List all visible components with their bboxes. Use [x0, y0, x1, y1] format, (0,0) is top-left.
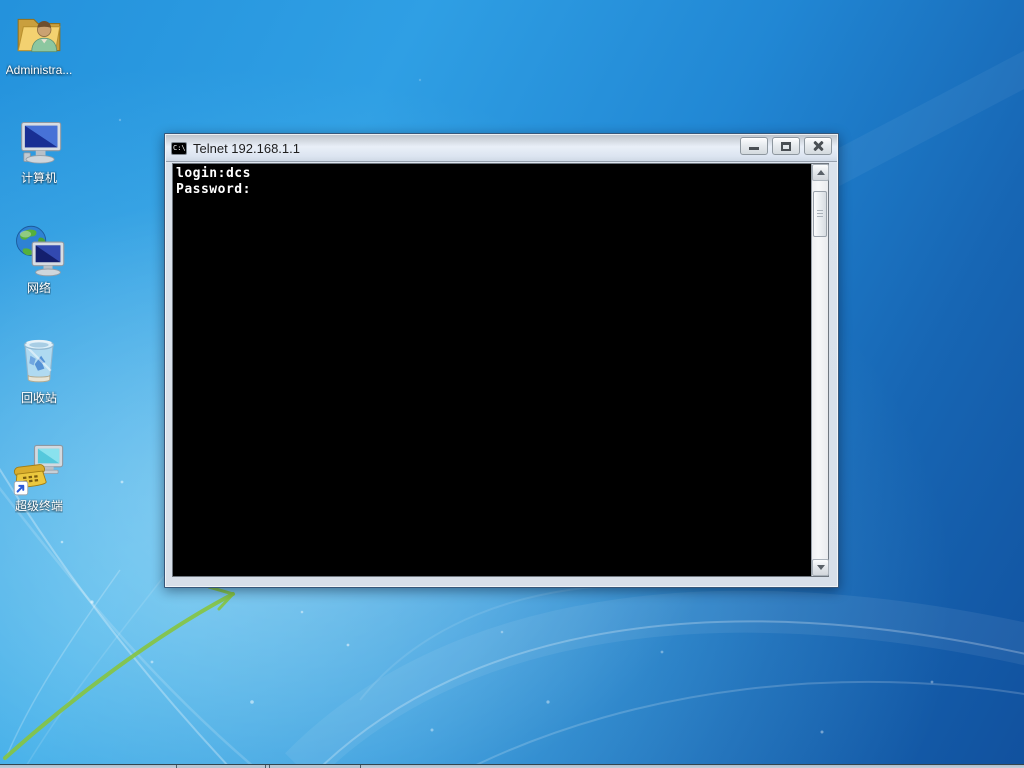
taskbar-edge[interactable]	[0, 764, 1024, 768]
telnet-window: C:\ Telnet 192.168.1.1 login:dcs Passwor…	[164, 133, 839, 588]
desktop-icon-administrator[interactable]: Administra...	[2, 10, 76, 82]
scroll-down-button[interactable]	[812, 559, 829, 576]
hyperterminal-icon	[13, 444, 64, 496]
minimize-icon	[749, 147, 759, 150]
scroll-up-button[interactable]	[812, 164, 829, 181]
icon-label-computer: 计算机	[20, 171, 57, 185]
desktop-icon-computer[interactable]: 计算机	[2, 116, 76, 190]
administrator-folder-icon	[17, 18, 61, 53]
icon-label-network: 网络	[26, 281, 51, 295]
desktop-icon-hyperterminal[interactable]: 超级终端	[2, 442, 76, 518]
desktop-icon-network[interactable]: 网络	[2, 224, 76, 300]
console-output[interactable]: login:dcs Password:	[173, 164, 811, 576]
maximize-button[interactable]	[772, 137, 800, 155]
computer-icon	[21, 121, 62, 164]
minimize-button[interactable]	[740, 137, 768, 155]
caption-buttons	[740, 137, 832, 155]
desktop-icon-recycle-bin[interactable]: 回收站	[2, 332, 76, 410]
icon-label-recycle-bin: 回收站	[20, 391, 57, 405]
console-line: login:dcs	[176, 166, 251, 181]
maximize-icon	[781, 142, 791, 151]
close-button[interactable]	[804, 137, 832, 155]
close-icon	[812, 140, 824, 151]
window-title: Telnet 192.168.1.1	[193, 140, 300, 156]
recycle-bin-icon	[23, 339, 55, 383]
console-client-area: login:dcs Password:	[172, 163, 829, 577]
network-icon	[16, 225, 65, 277]
console-window-icon: C:\	[171, 141, 187, 155]
console-line: Password:	[176, 182, 251, 197]
vertical-scrollbar[interactable]	[811, 164, 829, 576]
window-titlebar[interactable]: C:\ Telnet 192.168.1.1	[166, 135, 837, 162]
scrollbar-thumb[interactable]	[813, 191, 827, 237]
icon-label-hyperterminal: 超级终端	[14, 499, 63, 513]
icon-label-administrator: Administra...	[5, 63, 73, 77]
scroll-up-icon	[816, 170, 825, 175]
scroll-down-icon	[816, 565, 825, 570]
